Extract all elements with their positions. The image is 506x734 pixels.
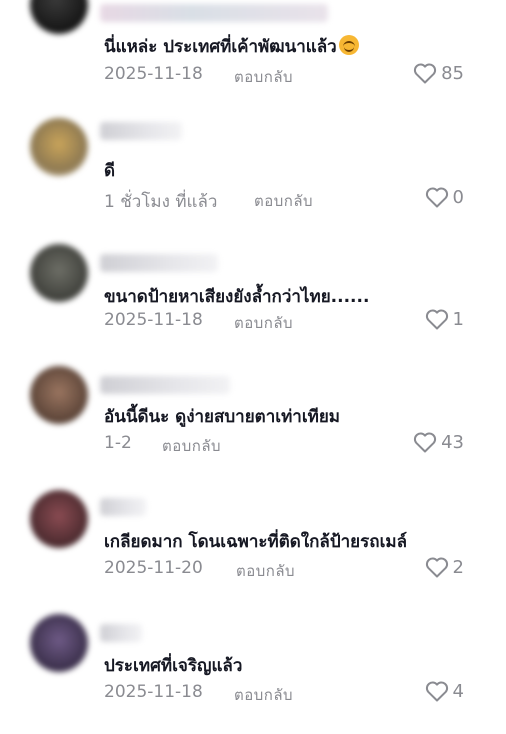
- like-button[interactable]: 4: [425, 680, 464, 702]
- reply-button[interactable]: ตอบกลับ: [234, 65, 293, 89]
- like-count: 85: [441, 62, 464, 84]
- comment-date: 1-2: [104, 433, 132, 453]
- avatar[interactable]: [30, 118, 88, 176]
- reply-button[interactable]: ตอบกลับ: [234, 311, 293, 335]
- comment-item: เกลียดมาก โดนเฉพาะที่ติดใกล้ป้ายรถเมล์ 2…: [0, 490, 506, 610]
- comment-item: ขนาดป้ายหาเสียงยังล้ำกว่าไทย...... 2025-…: [0, 244, 506, 364]
- comment-item: ประเทศที่เจริญแล้ว 2025-11-18 ตอบกลับ 4: [0, 614, 506, 734]
- comment-text: อันนี้ดีนะ ดูง่ายสบายตาเท่าเทียม: [104, 407, 341, 427]
- like-count: 4: [452, 680, 464, 702]
- comment-item: ดี 1 ชั่วโมง ที่แล้ว ตอบกลับ 0: [0, 118, 506, 238]
- heart-outline-icon: [414, 432, 437, 453]
- comment-text: นี่แหล่ะ ประเทศที่เค้าพัฒนาแล้ว: [104, 33, 359, 60]
- like-button[interactable]: 1: [425, 308, 464, 330]
- comment-date: 2025-11-20: [104, 558, 203, 578]
- avatar[interactable]: [30, 366, 88, 424]
- reply-button[interactable]: ตอบกลับ: [236, 559, 295, 583]
- avatar[interactable]: [30, 614, 88, 672]
- comment-date: 2025-11-18: [104, 64, 203, 84]
- avatar[interactable]: [30, 244, 88, 302]
- username-blurred[interactable]: [100, 624, 142, 642]
- heart-outline-icon: [425, 309, 448, 330]
- like-count: 43: [441, 431, 464, 453]
- heart-outline-icon: [425, 557, 448, 578]
- comment-text: ประเทศที่เจริญแล้ว: [104, 656, 243, 676]
- username-blurred[interactable]: [100, 122, 182, 140]
- avatar[interactable]: [30, 0, 88, 34]
- comment-item: อันนี้ดีนะ ดูง่ายสบายตาเท่าเทียม 1-2 ตอบ…: [0, 366, 506, 486]
- like-count: 1: [452, 308, 464, 330]
- heart-outline-icon: [414, 63, 437, 84]
- like-button[interactable]: 0: [425, 186, 464, 208]
- heart-outline-icon: [425, 187, 448, 208]
- reply-button[interactable]: ตอบกลับ: [234, 683, 293, 707]
- reply-button[interactable]: ตอบกลับ: [254, 189, 313, 213]
- like-count: 2: [452, 556, 464, 578]
- username-blurred[interactable]: [100, 376, 230, 394]
- avatar[interactable]: [30, 490, 88, 548]
- username-blurred[interactable]: [100, 498, 146, 516]
- comment-date: 1 ชั่วโมง ที่แล้ว: [104, 192, 218, 212]
- like-button[interactable]: 2: [425, 556, 464, 578]
- comment-text: เกลียดมาก โดนเฉพาะที่ติดใกล้ป้ายรถเมล์: [104, 532, 408, 552]
- smiling-face-emoji-icon: [338, 35, 359, 55]
- comment-item: นี่แหล่ะ ประเทศที่เค้าพัฒนาแล้ว 2025-11-…: [0, 0, 506, 120]
- heart-outline-icon: [425, 681, 448, 702]
- comment-text: ขนาดป้ายหาเสียงยังล้ำกว่าไทย......: [104, 287, 370, 307]
- like-count: 0: [452, 186, 464, 208]
- username-blurred[interactable]: [100, 254, 218, 272]
- comment-date: 2025-11-18: [104, 682, 203, 702]
- like-button[interactable]: 85: [413, 62, 464, 84]
- comment-date: 2025-11-18: [104, 310, 203, 330]
- username-blurred[interactable]: [100, 4, 328, 22]
- comment-text: ดี: [104, 161, 116, 181]
- reply-button[interactable]: ตอบกลับ: [162, 434, 221, 458]
- like-button[interactable]: 43: [413, 431, 464, 453]
